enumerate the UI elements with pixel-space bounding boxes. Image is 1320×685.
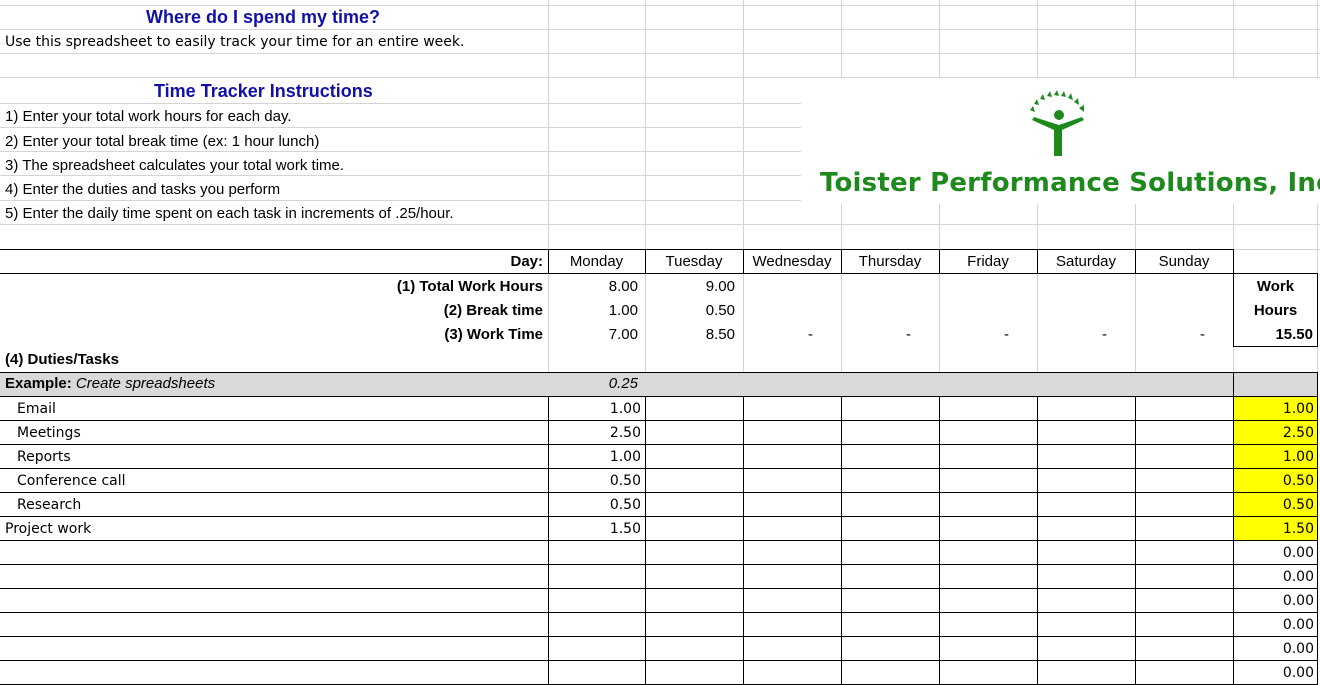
total-hours-tuesday[interactable]: 9.00 bbox=[645, 275, 735, 299]
instructions-title: Time Tracker Instructions bbox=[154, 81, 373, 101]
work-hours-total: 15.50 bbox=[1275, 326, 1313, 343]
day-header-saturday: Saturday bbox=[1055, 253, 1117, 270]
day-header-thursday: Thursday bbox=[858, 253, 922, 270]
task-monday-value[interactable]: 1.00 bbox=[548, 397, 641, 421]
person-with-sunburst-icon bbox=[1030, 90, 1084, 156]
task-total-value: 0.00 bbox=[1282, 617, 1314, 633]
instruction-step: 2) Enter your total break time (ex: 1 ho… bbox=[5, 133, 320, 150]
task-monday-value[interactable]: 1.00 bbox=[548, 445, 641, 469]
task-name[interactable]: Conference call bbox=[17, 469, 126, 493]
work-time-friday: - bbox=[1004, 326, 1009, 343]
break-time-tuesday[interactable]: 0.50 bbox=[645, 299, 735, 323]
example-task: Example: Create spreadsheets bbox=[5, 372, 215, 396]
total-work-hours-label: (1) Total Work Hours bbox=[396, 278, 543, 295]
instruction-step: 3) The spreadsheet calculates your total… bbox=[5, 157, 345, 174]
task-total-value: 1.50 bbox=[1282, 521, 1314, 537]
day-header-tuesday: Tuesday bbox=[665, 253, 723, 270]
task-total-value: 0.50 bbox=[1282, 473, 1314, 489]
task-name[interactable]: Meetings bbox=[17, 421, 81, 445]
example-monday: 0.25 bbox=[608, 375, 638, 392]
work-time-monday: 7.00 bbox=[608, 326, 638, 343]
task-name[interactable]: Reports bbox=[17, 445, 71, 469]
instruction-step: 4) Enter the duties and tasks you perfor… bbox=[5, 181, 281, 198]
task-total-value: 0.50 bbox=[1282, 497, 1314, 513]
page-subtitle: Use this spreadsheet to easily track you… bbox=[5, 34, 465, 50]
task-total-value: 0.00 bbox=[1282, 593, 1314, 609]
total-hours-monday[interactable]: 8.00 bbox=[548, 275, 638, 299]
break-time-monday[interactable]: 1.00 bbox=[548, 299, 638, 323]
task-monday-value[interactable]: 0.50 bbox=[548, 493, 641, 517]
work-time-sunday: - bbox=[1200, 326, 1205, 343]
break-time-label: (2) Break time bbox=[443, 302, 543, 319]
task-monday-value[interactable]: 1.50 bbox=[548, 517, 641, 541]
example-text: Create spreadsheets bbox=[75, 375, 216, 392]
task-name[interactable]: Project work bbox=[5, 517, 91, 541]
task-total-value: 0.00 bbox=[1282, 665, 1314, 681]
instruction-step: 5) Enter the daily time spent on each ta… bbox=[5, 205, 454, 222]
task-total-value: 1.00 bbox=[1282, 449, 1314, 465]
instruction-step: 1) Enter your total work hours for each … bbox=[5, 108, 292, 125]
work-time-label: (3) Work Time bbox=[444, 326, 543, 343]
work-time-tuesday: 8.50 bbox=[705, 326, 735, 343]
task-total-value: 2.50 bbox=[1282, 425, 1314, 441]
day-header-friday: Friday bbox=[967, 253, 1009, 270]
task-total-value: 0.00 bbox=[1282, 545, 1314, 561]
example-prefix: Example: bbox=[5, 375, 72, 392]
work-time-thursday: - bbox=[906, 326, 911, 343]
day-header-monday: Monday bbox=[569, 253, 624, 270]
work-hours-heading: Work bbox=[1256, 278, 1295, 295]
day-header-wednesday: Wednesday bbox=[752, 253, 832, 270]
work-hours-heading: Hours bbox=[1253, 302, 1298, 319]
task-monday-value[interactable]: 2.50 bbox=[548, 421, 641, 445]
task-name[interactable]: Email bbox=[17, 397, 56, 421]
day-header-sunday: Sunday bbox=[1158, 253, 1210, 270]
day-label: Day: bbox=[510, 253, 543, 270]
work-time-wednesday: - bbox=[808, 326, 813, 343]
task-total-value: 1.00 bbox=[1282, 401, 1314, 417]
task-total-value: 0.00 bbox=[1282, 569, 1314, 585]
page-title: Where do I spend my time? bbox=[146, 7, 381, 27]
company-logo-text: Toister Performance Solutions, Inc. bbox=[820, 168, 1320, 198]
task-name[interactable]: Research bbox=[17, 493, 81, 517]
task-monday-value[interactable]: 0.50 bbox=[548, 469, 641, 493]
work-time-saturday: - bbox=[1102, 326, 1107, 343]
task-total-value: 0.00 bbox=[1282, 641, 1314, 657]
duties-label: (4) Duties/Tasks bbox=[5, 351, 119, 368]
